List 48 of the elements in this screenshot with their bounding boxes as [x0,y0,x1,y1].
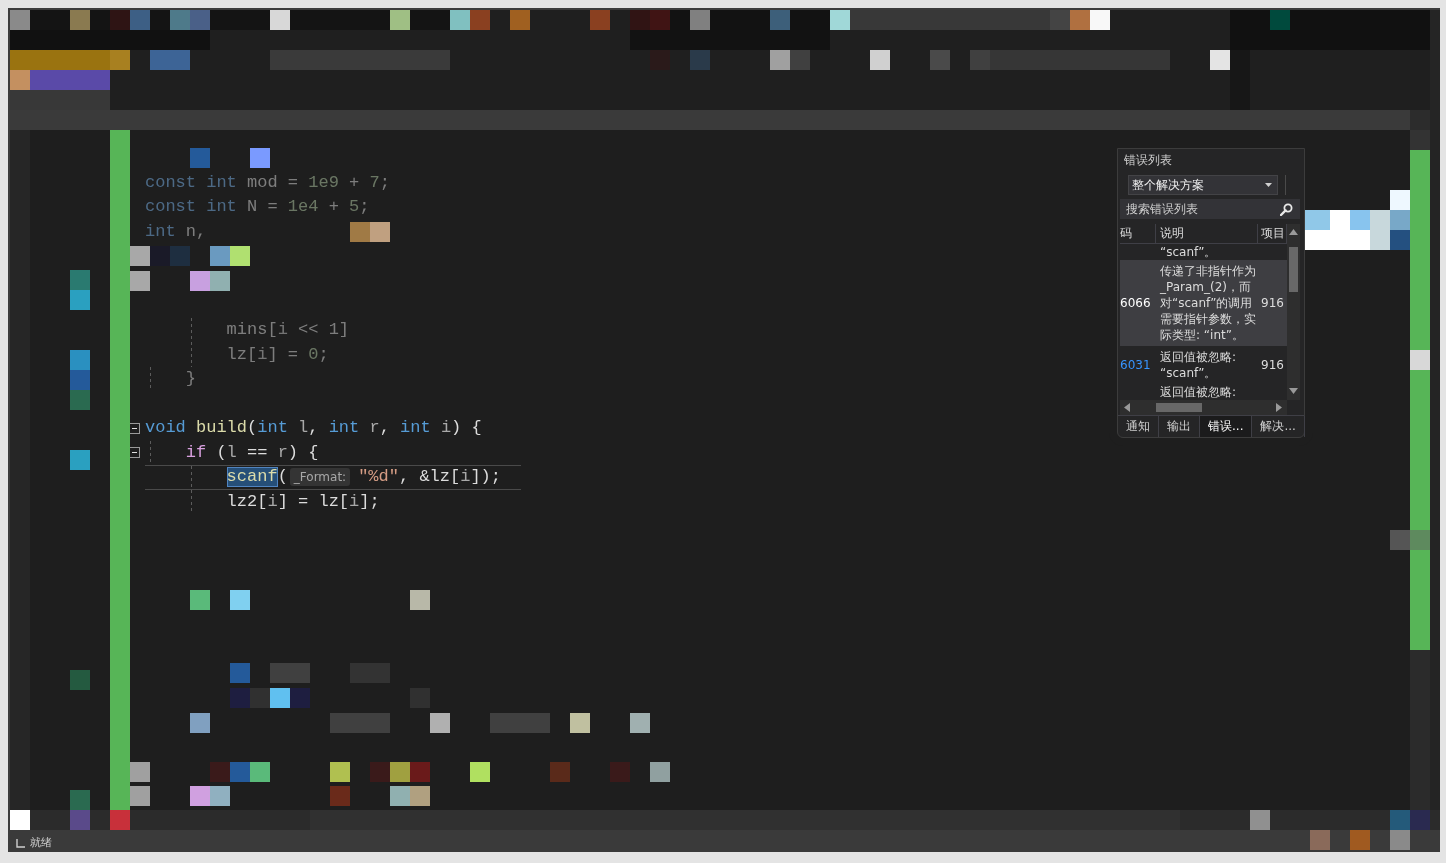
collapse-icon[interactable] [130,422,140,434]
scroll-right-icon[interactable] [1276,403,1282,412]
error-row[interactable]: 6066 传递了非指针作为_Param_(2)，而对“scanf”的调用需要指针参数，实际类型: “int”。 916 [1120,260,1287,346]
code-text: mins[i << 1] [226,320,350,341]
error-row[interactable]: 返回值被忽略: [1120,384,1287,400]
collapse-icon[interactable] [130,447,140,459]
column-header[interactable]: 说明 [1156,224,1258,243]
code-text: int n, [145,221,207,242]
code-text: void build(int l, int r, int i) { [145,418,482,439]
project-name: 916 [1260,358,1285,372]
error-description: 返回值被忽略: [1159,384,1238,400]
panel-title: 错误列表 [1123,152,1172,169]
scroll-left-icon[interactable] [1124,403,1130,412]
error-description: 返回值被忽略: “scanf”。 [1159,349,1238,381]
error-code[interactable]: 6031 [1120,358,1156,372]
scroll-down-icon[interactable] [1289,388,1298,394]
vertical-scrollbar[interactable] [1287,224,1300,400]
scrollbar-thumb[interactable] [1156,403,1202,412]
search-field[interactable]: 搜索错误列表 [1120,199,1300,219]
horizontal-scrollbar[interactable] [1120,400,1287,415]
code-text: ( [277,467,288,488]
editor-scrollbar[interactable] [1410,130,1440,810]
error-code[interactable]: 6066 [1120,296,1156,310]
pixelation-drawing [1390,530,1410,550]
scroll-up-icon[interactable] [1289,229,1298,235]
code-text: lz[i] = 0; [226,344,329,365]
scrollbar-thumb[interactable] [1289,247,1298,292]
panel-tab[interactable]: 错误... [1200,416,1253,437]
column-header[interactable]: 码 [1120,224,1156,243]
selected-text: scanf [226,467,278,488]
pixelation-drawing [350,221,390,242]
caret-icon [1265,183,1272,187]
code-text: "%d", &lz[i]); [358,467,501,488]
code-text: lz2[i] = lz[i]; [226,491,380,512]
project-name: 916 [1260,296,1285,310]
panel-tab[interactable]: 通知 [1118,416,1159,437]
status-icon [16,839,25,848]
error-description: “scanf”。 [1159,244,1218,260]
code-text: } [185,369,196,390]
error-description: 传递了非指针作为_Param_(2)，而对“scanf”的调用需要指针参数，实际类型: “int”。 [1159,263,1257,343]
code-text: if (l == r) { [185,442,319,463]
panel-tab[interactable]: 解决... [1252,416,1305,437]
scope-dropdown[interactable]: 整个解决方案 [1128,175,1278,195]
status-text: 就绪 [30,836,52,851]
parameter-hint: _Format: [289,468,351,487]
code-text: const int N = 1e4 + 5; [145,197,370,218]
code-text: const int mod = 1e9 + 7; [145,172,390,193]
error-row[interactable]: “scanf”。 [1120,244,1287,260]
